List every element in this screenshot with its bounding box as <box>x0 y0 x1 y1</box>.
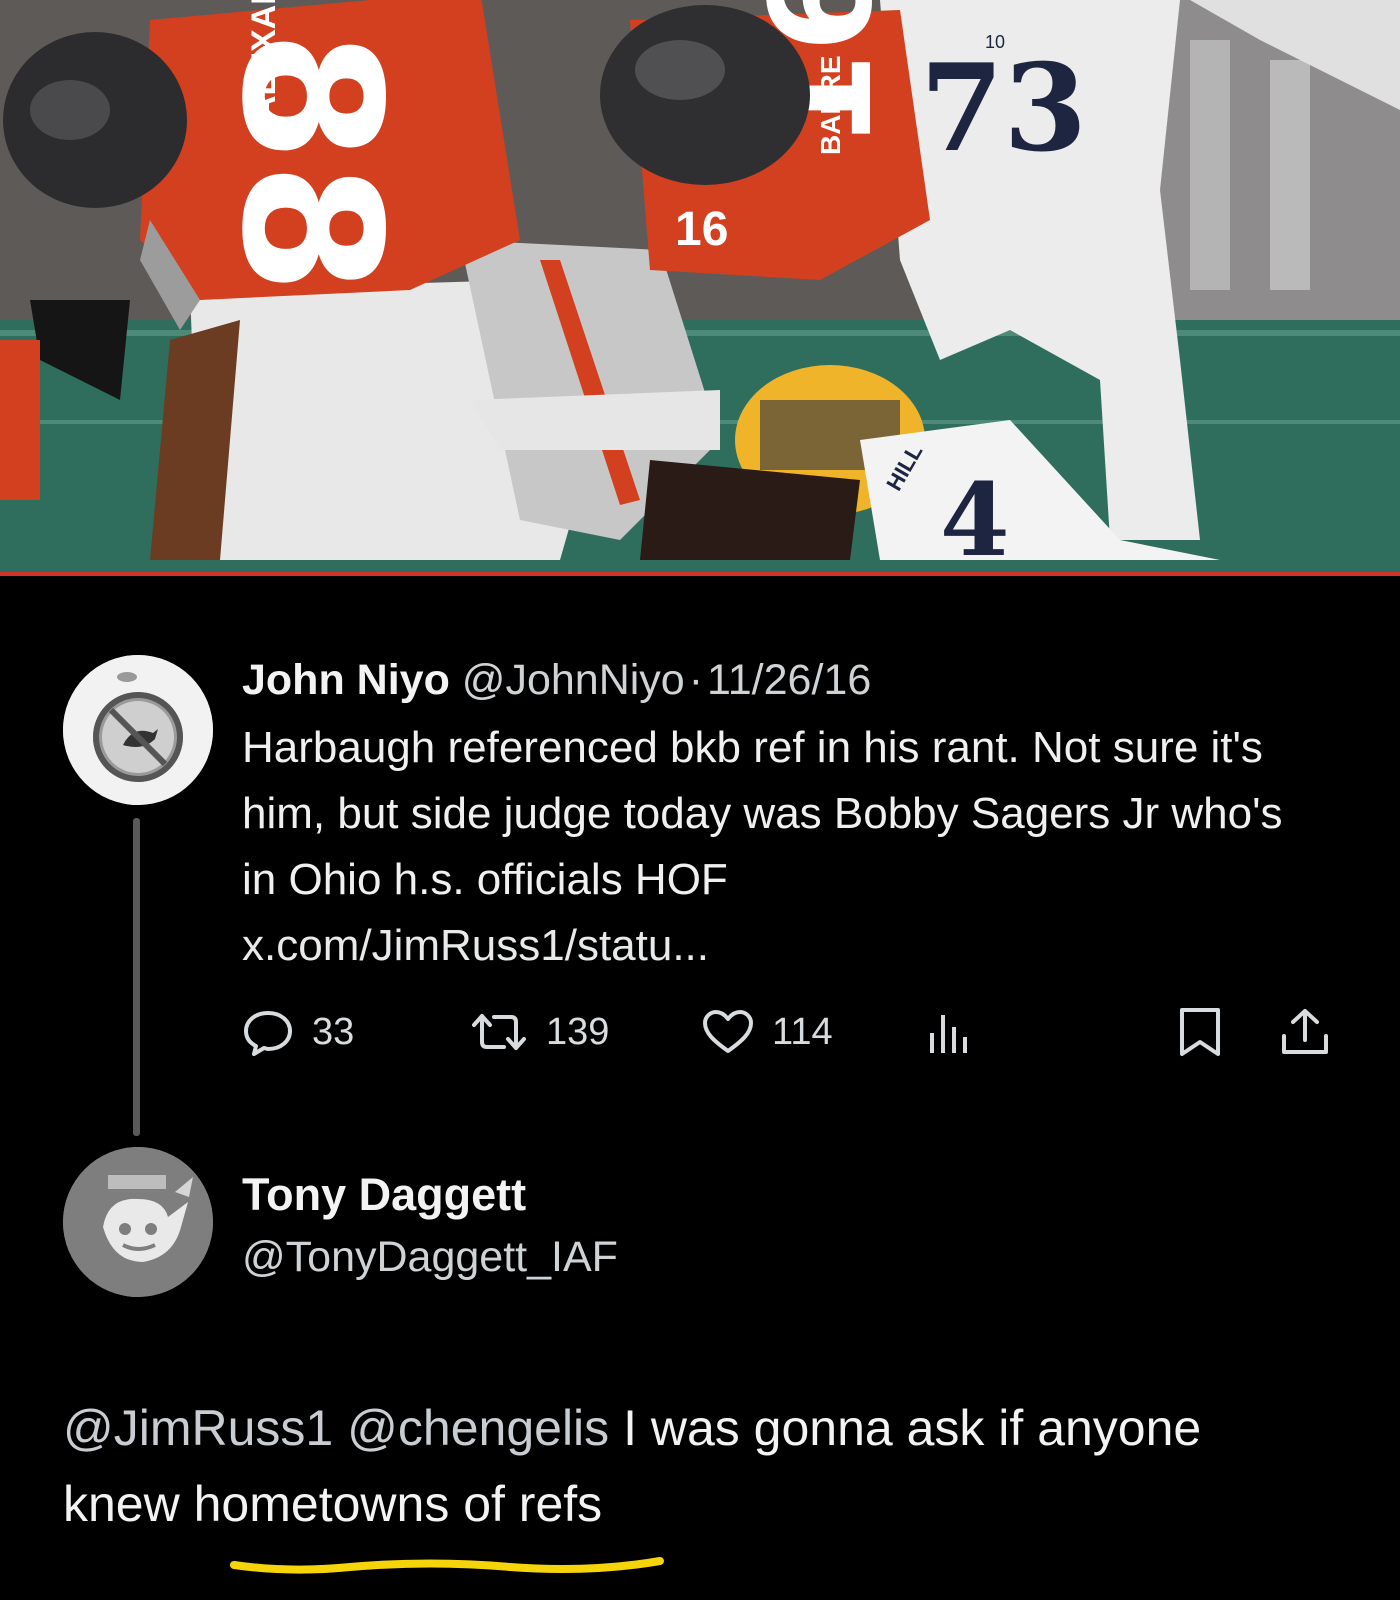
retweet-icon <box>472 1014 526 1050</box>
retweet-count: 139 <box>546 1010 610 1053</box>
analytics-icon <box>930 1015 967 1053</box>
tweet2-text-part1: I was gonna ask if anyone <box>623 1400 1202 1456</box>
like-button[interactable]: 114 <box>702 1002 833 1062</box>
tweet1-date[interactable]: 11/26/16 <box>707 656 871 704</box>
jersey-name-barrett: BARRE <box>815 55 846 155</box>
jersey-name-alexander: ALEXANDER <box>245 0 283 120</box>
reply-button[interactable]: 33 <box>242 1002 354 1062</box>
tweet1-header: John Niyo @JohnNiyo·11/26/16 <box>242 650 871 710</box>
tweet2-text: @JimRuss1 @chengelis I was gonna ask if … <box>63 1390 1363 1542</box>
tweet1-text: Harbaugh referenced bkb ref in his rant.… <box>242 715 1322 979</box>
tweet2-author-handle[interactable]: @TonyDaggett_IAF <box>242 1227 618 1287</box>
share-icon <box>1282 1009 1328 1054</box>
svg-text:10: 10 <box>985 32 1005 52</box>
john-niyo-avatar[interactable] <box>63 655 213 805</box>
tweet1-author-name[interactable]: John Niyo <box>242 656 450 704</box>
mention-jimruss1[interactable]: @JimRuss1 <box>63 1400 333 1456</box>
jersey-number-4: 4 <box>940 461 1010 572</box>
share-button[interactable] <box>1279 1002 1331 1062</box>
jersey-number-16-chest: 16 <box>675 203 728 256</box>
yellow-highlight-underline <box>230 1557 664 1574</box>
mascot-logo-icon <box>63 1147 213 1297</box>
bookmark-button[interactable] <box>1178 1002 1222 1062</box>
jersey-number-88: 88 <box>200 30 421 294</box>
tweet1-author-handle[interactable]: @JohnNiyo <box>462 656 685 704</box>
tweet2-highlighted-text: hometowns of refs <box>193 1476 603 1532</box>
tweet1-body-text: Harbaugh referenced bkb ref in his rant.… <box>242 723 1283 904</box>
thread-connector-line <box>133 818 140 1136</box>
football-photo-image: 73 10 88 ALEXANDER 16 16 BARRE 4 HILL <box>0 0 1400 572</box>
jersey-number-73: 73 <box>920 38 1087 179</box>
tweet2-author-name[interactable]: Tony Daggett <box>242 1165 526 1225</box>
bookmark-icon <box>1180 1008 1220 1056</box>
tweet1-separator: · <box>688 656 704 704</box>
heart-icon <box>703 1010 753 1053</box>
photo-divider <box>0 572 1400 576</box>
retweet-button[interactable]: 139 <box>470 1002 609 1062</box>
no-bird-sign-icon <box>63 655 213 805</box>
tweet1-link[interactable]: x.com/JimRuss1/statu... <box>242 913 1322 979</box>
reply-count: 33 <box>312 1010 355 1053</box>
like-count: 114 <box>772 1010 833 1053</box>
tweet-photo[interactable]: 73 10 88 ALEXANDER 16 16 BARRE 4 HILL <box>0 0 1400 572</box>
reply-icon <box>244 1011 292 1056</box>
tweet2-text-part2: knew <box>63 1476 194 1532</box>
mention-chengelis[interactable]: @chengelis <box>347 1400 609 1456</box>
tony-daggett-avatar[interactable] <box>63 1147 213 1297</box>
views-button[interactable] <box>928 1002 972 1062</box>
